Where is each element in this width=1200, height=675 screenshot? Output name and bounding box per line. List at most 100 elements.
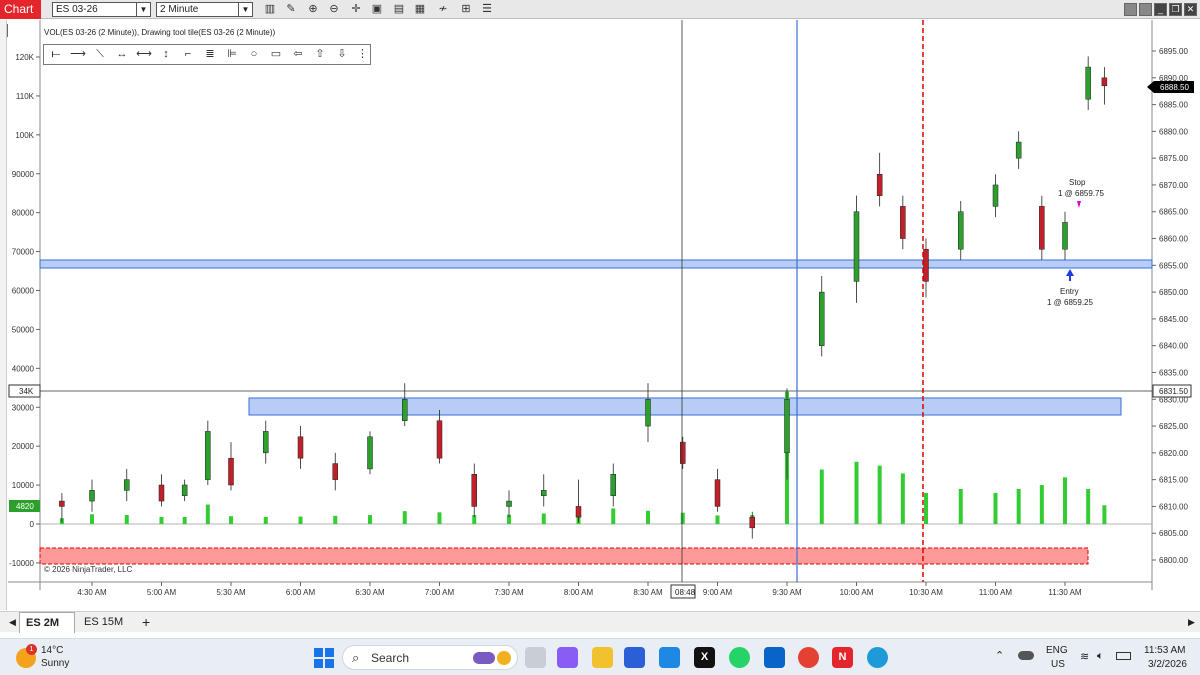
volume-icon[interactable]: 🔈︎ <box>1097 650 1104 663</box>
window-link-button[interactable] <box>1124 3 1137 16</box>
region-indicator[interactable]: US <box>1051 659 1065 670</box>
interval-selector[interactable]: 2 Minute ▼ <box>156 2 253 17</box>
chart-tab-bar: ◀ ES 2M ES 15M + ▶ <box>0 611 1200 633</box>
volume-bar <box>205 504 210 524</box>
volume-bar <box>298 516 303 524</box>
x-app-icon[interactable]: X <box>694 647 715 668</box>
candle-body <box>1062 222 1068 250</box>
zoom-out-icon[interactable]: ⊖ <box>327 2 341 17</box>
candle-body <box>575 506 582 518</box>
ray-tool-icon[interactable]: ⟶ <box>69 47 87 62</box>
ellipse-icon[interactable]: ○ <box>245 47 263 62</box>
candle-body <box>205 431 211 480</box>
ruler-icon[interactable]: ⌐ <box>179 47 197 62</box>
tab-es-2m[interactable]: ES 2M <box>19 612 75 633</box>
bars-type-icon[interactable]: ▥ <box>263 2 277 17</box>
more-tools-icon[interactable]: ⋮ <box>357 47 368 62</box>
price-tick-label: 6845.00 <box>1159 315 1188 324</box>
zoom-in-icon[interactable]: ⊕ <box>306 2 320 17</box>
price-tick-label: 6865.00 <box>1159 208 1188 217</box>
minimize-button[interactable]: _ <box>1154 3 1167 16</box>
chrome-icon[interactable] <box>798 647 819 668</box>
volume-bar <box>182 516 187 524</box>
price-tick-label: 6800.00 <box>1159 556 1188 565</box>
indicators-icon[interactable]: ⊞ <box>459 2 473 17</box>
outlook-icon[interactable] <box>764 647 785 668</box>
maximize-button[interactable]: ❐ <box>1169 3 1182 16</box>
taskbar-search[interactable]: ⌕ Search <box>342 645 518 670</box>
horizontal-line-icon[interactable]: ⟷ <box>135 47 153 62</box>
chevron-down-icon: ▼ <box>136 3 150 16</box>
chart-menu-tab[interactable]: Chart <box>0 0 41 19</box>
snapshot-icon[interactable]: ▣ <box>370 2 384 17</box>
battery-icon[interactable] <box>1116 652 1131 660</box>
red-zone[interactable] <box>39 547 1089 565</box>
zone-lower[interactable] <box>248 397 1122 416</box>
ninjatrader-icon[interactable]: N <box>832 647 853 668</box>
volume-bar <box>541 513 546 524</box>
task-view-icon[interactable] <box>525 647 546 668</box>
arrow-up-icon[interactable]: ⇧ <box>311 47 329 62</box>
candle-body <box>1085 66 1091 100</box>
clock-time[interactable]: 11:53 AM <box>1144 645 1186 656</box>
price-axis[interactable]: 6895.006890.006885.006880.006875.006870.… <box>1152 47 1188 565</box>
edge-icon[interactable] <box>867 647 888 668</box>
close-button[interactable]: ✕ <box>1184 3 1197 16</box>
weather-condition[interactable]: Sunny <box>41 658 69 669</box>
tray-overflow-icon[interactable]: ⌃ <box>995 649 1004 662</box>
search-highlight-sun-icon <box>497 651 511 665</box>
add-tab-button[interactable]: + <box>136 612 156 633</box>
diagonal-line-icon[interactable]: ⟍ <box>91 47 109 62</box>
data-box-icon[interactable]: ▤ <box>392 2 406 17</box>
search-placeholder: Search <box>371 651 410 665</box>
volume-bar <box>124 515 129 524</box>
volume-bar <box>854 461 859 524</box>
cloud-icon[interactable] <box>1018 651 1034 660</box>
rectangle-icon[interactable]: ▭ <box>267 47 285 62</box>
price-tick-label: 6835.00 <box>1159 368 1188 377</box>
regression-icon[interactable]: ⊫ <box>223 47 241 62</box>
properties-icon[interactable]: ☰ <box>480 2 494 17</box>
outlook-new-icon[interactable] <box>659 647 680 668</box>
volume-bar <box>877 465 882 524</box>
weather-temperature[interactable]: 14°C <box>41 645 63 656</box>
volume-tick-label: 70000 <box>12 248 35 257</box>
candle-body <box>506 500 512 507</box>
candle-body <box>610 474 616 496</box>
candle-body <box>228 457 234 486</box>
scroll-right-icon[interactable]: ▶ <box>1182 612 1200 633</box>
wifi-icon[interactable]: ≋ <box>1080 650 1089 663</box>
window-link-button-2[interactable] <box>1139 3 1152 16</box>
zone-upper[interactable] <box>39 259 1153 269</box>
crosshair-icon[interactable]: ✛ <box>349 2 363 17</box>
current-volume-label: 4820 <box>9 500 40 512</box>
language-indicator[interactable]: ENG <box>1046 645 1068 656</box>
copilot-icon[interactable] <box>557 647 578 668</box>
whatsapp-icon[interactable] <box>729 647 750 668</box>
strategy-icon[interactable]: ≁ <box>436 2 450 17</box>
tab-es-15m[interactable]: ES 15M <box>78 612 134 633</box>
instrument-selector[interactable]: ES 03-26 ▼ <box>52 2 151 17</box>
chart-trader-icon[interactable]: ▦ <box>413 2 427 17</box>
arrow-down-icon[interactable]: ⇩ <box>333 47 351 62</box>
start-button[interactable] <box>314 648 334 668</box>
line-tool-icon[interactable]: ⟝ <box>47 47 65 62</box>
volume-bar <box>646 510 650 524</box>
app-icon[interactable] <box>624 647 645 668</box>
volume-bar <box>924 492 928 524</box>
vertical-line-icon[interactable]: ↕ <box>157 47 175 62</box>
volume-bar <box>1086 488 1091 524</box>
fibonacci-icon[interactable]: ≣ <box>201 47 219 62</box>
extended-line-icon[interactable]: ↔ <box>113 47 131 62</box>
price-chart[interactable]: Stop 1 @ 6859.75 Entry 1 @ 6859.25 6895.… <box>0 20 1200 610</box>
text-tool-icon[interactable]: ⇦ <box>289 47 307 62</box>
pencil-icon[interactable]: ✎ <box>284 2 298 17</box>
candle-body <box>714 479 721 507</box>
volume-tick-label: 60000 <box>12 287 35 296</box>
time-tick-label: 7:30 AM <box>494 588 524 597</box>
file-explorer-icon[interactable] <box>592 647 613 668</box>
volume-tick-label: 120K <box>15 53 34 62</box>
chart-background <box>8 20 1152 590</box>
crosshair-time: 08:48 <box>675 588 696 597</box>
clock-date[interactable]: 3/2/2026 <box>1148 659 1187 670</box>
